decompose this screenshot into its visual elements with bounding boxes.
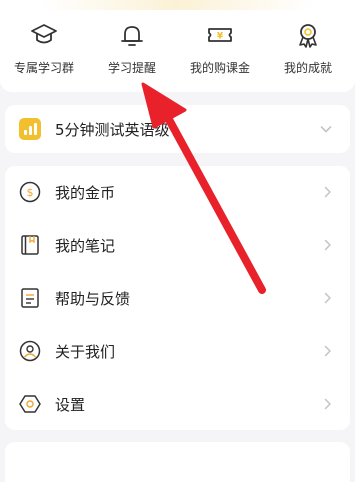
bell-icon bbox=[121, 26, 143, 46]
chevron-right-icon bbox=[324, 345, 331, 357]
menu-item-label: 设置 bbox=[55, 396, 86, 414]
menu-item-notes[interactable]: 我的笔记 bbox=[5, 219, 350, 271]
chevron-right-icon bbox=[324, 239, 331, 251]
shortcut-course-credit[interactable]: ¥ 我的购课金 bbox=[176, 20, 264, 76]
svg-text:$: $ bbox=[27, 186, 34, 199]
graduation-cap-icon bbox=[31, 24, 57, 44]
chevron-right-icon bbox=[324, 398, 331, 410]
bottom-card-edge bbox=[5, 442, 350, 482]
menu-item-label: 帮助与反馈 bbox=[55, 290, 131, 308]
menu-list: $ 我的金币 我的笔记 帮助与反馈 关于我们 设置 bbox=[5, 166, 350, 430]
hexagon-settings-icon bbox=[19, 395, 41, 413]
shortcut-label: 专属学习群 bbox=[13, 61, 74, 75]
medal-icon bbox=[299, 24, 317, 48]
chevron-right-icon bbox=[324, 292, 331, 304]
people-icon bbox=[19, 340, 41, 362]
svg-text:¥: ¥ bbox=[217, 32, 224, 42]
shortcut-bar: 专属学习群 学习提醒 ¥ 我的购课金 我的成就 bbox=[0, 0, 355, 92]
level-test-card[interactable]: 5分钟测试英语级 bbox=[5, 105, 350, 153]
level-test-title: 5分钟测试英语级 bbox=[55, 121, 170, 139]
menu-item-about-us[interactable]: 关于我们 bbox=[5, 325, 350, 377]
shortcut-label: 学习提醒 bbox=[107, 61, 156, 75]
shortcut-study-reminder[interactable]: 学习提醒 bbox=[88, 20, 176, 76]
notebook-icon bbox=[21, 235, 39, 255]
shortcut-label: 我的成就 bbox=[283, 61, 332, 75]
shortcut-achievements[interactable]: 我的成就 bbox=[264, 20, 352, 76]
menu-item-label: 我的金币 bbox=[55, 184, 116, 202]
shortcut-study-group[interactable]: 专属学习群 bbox=[0, 20, 88, 76]
ticket-icon: ¥ bbox=[208, 28, 232, 42]
feedback-doc-icon bbox=[21, 288, 39, 308]
menu-item-help-feedback[interactable]: 帮助与反馈 bbox=[5, 272, 350, 324]
chevron-down-icon bbox=[320, 126, 332, 133]
bar-chart-badge-icon bbox=[19, 118, 41, 140]
menu-item-coins[interactable]: $ 我的金币 bbox=[5, 166, 350, 218]
chevron-right-icon bbox=[324, 186, 331, 198]
menu-item-settings[interactable]: 设置 bbox=[5, 378, 350, 430]
coin-icon: $ bbox=[19, 181, 41, 203]
menu-item-label: 关于我们 bbox=[55, 343, 116, 361]
menu-item-label: 我的笔记 bbox=[55, 237, 116, 255]
shortcut-label: 我的购课金 bbox=[189, 61, 250, 75]
